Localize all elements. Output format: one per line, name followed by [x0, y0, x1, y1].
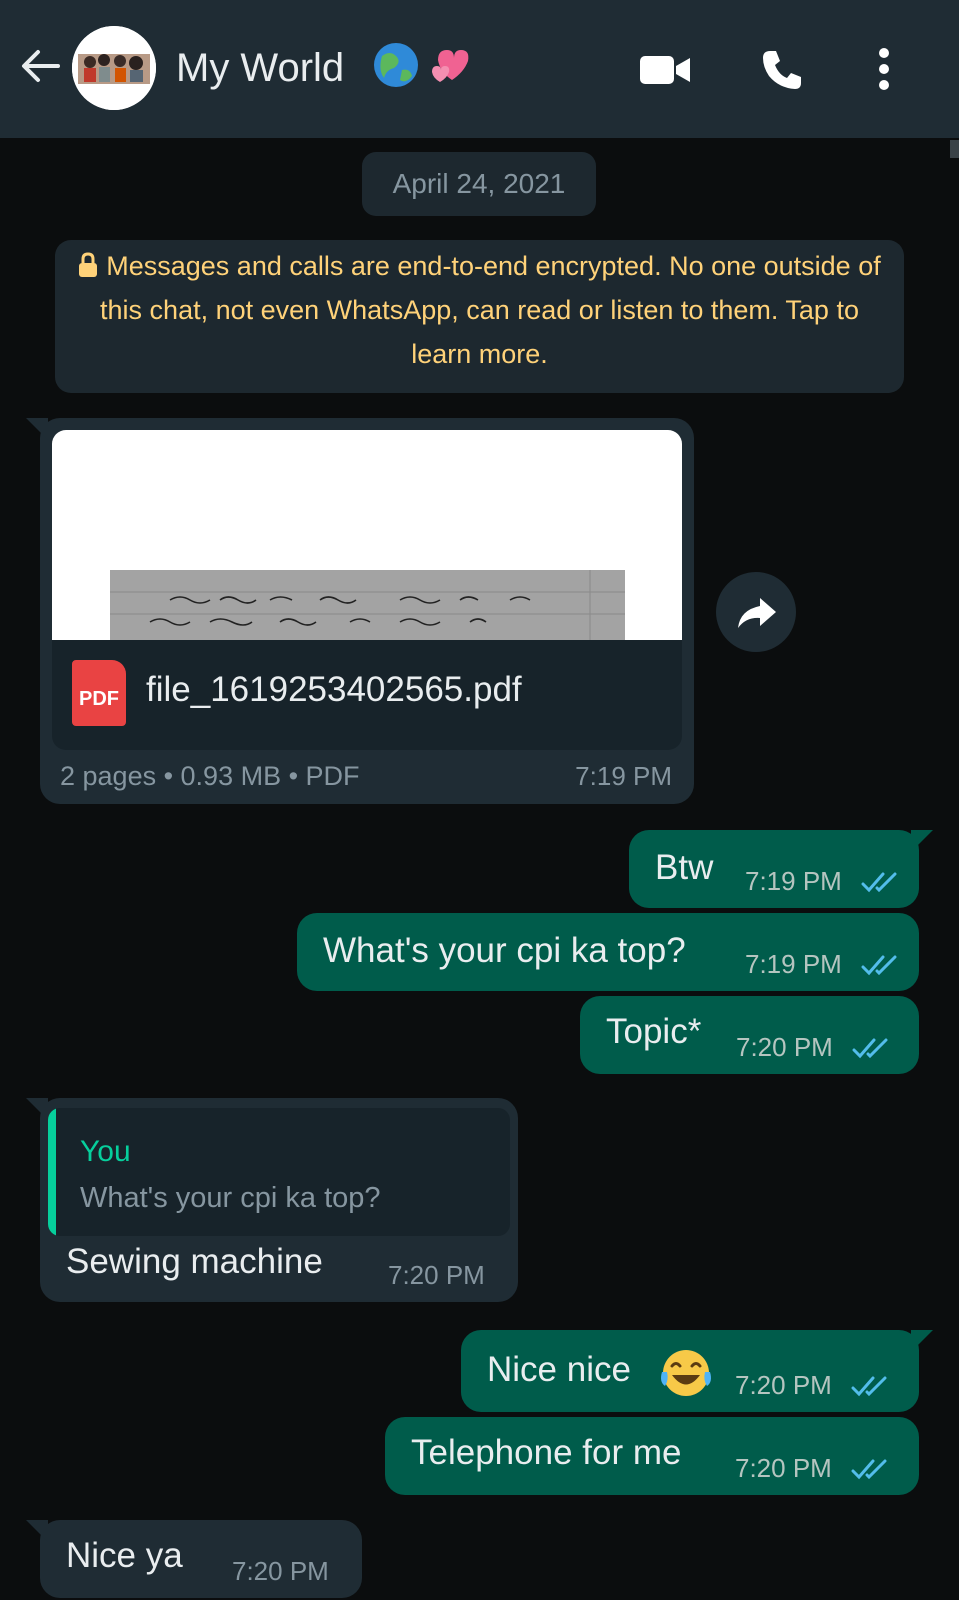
message-time: 7:19 PM [745, 866, 842, 896]
message-time: 7:20 PM [232, 1556, 329, 1586]
document-message[interactable]: PDF file_1619253402565.pdf 2 pages • 0.9… [26, 418, 694, 804]
message-time: 7:20 PM [735, 1453, 832, 1483]
message-text: Nice ya [66, 1536, 183, 1575]
message-text: Sewing machine [66, 1242, 323, 1281]
arrow-left-icon[interactable] [18, 44, 62, 88]
voice-call-icon[interactable] [760, 48, 804, 92]
laughing-emoji [661, 1350, 711, 1396]
handwritten-page-thumbnail [110, 570, 625, 640]
more-options-icon[interactable] [876, 46, 892, 92]
message-time: 7:19 PM [745, 949, 842, 979]
message-text: What's your cpi ka top? [323, 931, 686, 970]
date-separator: April 24, 2021 [362, 152, 596, 216]
quoted-message[interactable]: You What's your cpi ka top? [48, 1108, 510, 1236]
quoted-text: What's your cpi ka top? [80, 1182, 381, 1214]
quote-accent-bar [48, 1108, 56, 1236]
message-time: 7:20 PM [735, 1370, 832, 1400]
bubble-tail [911, 830, 933, 852]
quoted-author: You [80, 1135, 131, 1168]
read-receipt-icon [861, 955, 897, 976]
scrollbar[interactable] [950, 140, 959, 158]
video-call-icon[interactable] [640, 54, 692, 86]
message-text: Nice nice [487, 1350, 631, 1389]
read-receipt-icon [861, 872, 897, 893]
bubble-tail [26, 1098, 48, 1120]
forward-button[interactable] [716, 572, 796, 652]
lock-icon [79, 252, 98, 277]
group-photo [72, 26, 156, 110]
read-receipt-icon [851, 1459, 887, 1480]
document-file-row[interactable]: PDF file_1619253402565.pdf [52, 640, 682, 750]
message-text: Btw [655, 848, 714, 887]
document-file-name: file_1619253402565.pdf [146, 670, 522, 709]
outgoing-message[interactable]: Topic* 7:20 PM [580, 996, 919, 1074]
bubble-tail [911, 1330, 933, 1352]
message-text: Topic* [606, 1012, 702, 1051]
encryption-notice[interactable]: Messages and calls are end-to-end encryp… [55, 240, 904, 393]
bubble-tail [26, 1520, 48, 1542]
read-receipt-icon [852, 1038, 888, 1059]
bubble-tail [26, 418, 48, 440]
message-time: 7:20 PM [736, 1032, 833, 1062]
encryption-notice-text: Messages and calls are end-to-end encryp… [100, 251, 881, 369]
message-time: 7:20 PM [388, 1260, 485, 1290]
forward-icon [738, 598, 776, 628]
outgoing-message[interactable]: Nice nice 7:20 PM [461, 1330, 933, 1412]
chat-header: My World [0, 0, 959, 138]
pdf-file-icon: PDF [72, 660, 126, 726]
incoming-reply-message[interactable]: You What's your cpi ka top? Sewing machi… [26, 1098, 518, 1302]
outgoing-message[interactable]: Btw 7:19 PM [629, 830, 933, 908]
incoming-message[interactable]: Nice ya 7:20 PM [26, 1520, 362, 1598]
outgoing-message[interactable]: What's your cpi ka top? 7:19 PM [297, 913, 919, 991]
message-text: Telephone for me [411, 1433, 682, 1472]
document-preview[interactable] [52, 430, 682, 640]
document-meta: 2 pages • 0.93 MB • PDF [60, 761, 360, 791]
chat-title[interactable]: My World [176, 40, 344, 96]
message-time: 7:19 PM [575, 761, 672, 791]
outgoing-message[interactable]: Telephone for me 7:20 PM [385, 1417, 919, 1495]
read-receipt-icon [851, 1376, 887, 1397]
avatar[interactable] [72, 26, 156, 110]
globe-and-hearts-emoji [374, 43, 469, 87]
